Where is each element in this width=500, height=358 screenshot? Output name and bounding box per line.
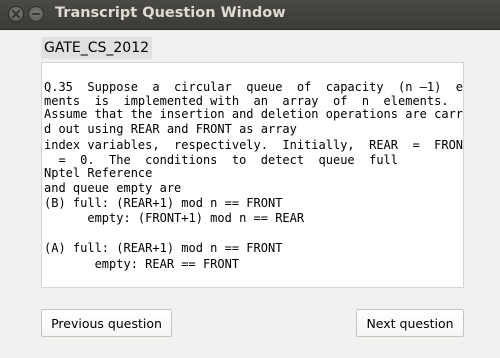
previous-question-button[interactable]: Previous question [41,309,172,337]
transcript-text-area[interactable]: Q.35 Suppose a circular queue of capacit… [41,62,464,288]
transcript-line: (B) full: (REAR+1) mod n == FRONT [44,196,283,210]
transcript-line: Q.35 Suppose a circular queue of capacit… [44,80,464,94]
transcript-line: empty: (FRONT+1) mod n == REAR [44,211,305,225]
transcript-line: (A) full: (REAR+1) mod n == FRONT [44,241,283,255]
close-icon [12,10,20,18]
minimize-icon [32,13,40,15]
next-question-button[interactable]: Next question [356,309,464,337]
transcript-line: Assume that the insertion and deletion o… [44,107,464,121]
transcript-line: empty: REAR == FRONT [44,257,240,271]
minimize-window-button[interactable] [28,6,44,22]
transcript-line: index variables, respectively. Initially… [44,138,464,152]
close-window-button[interactable] [8,6,24,22]
exam-label: GATE_CS_2012 [41,37,153,59]
transcript-line: d out using REAR and FRONT as array [44,122,297,136]
transcript-line: and queue empty are [44,181,182,195]
transcript-line: Nptel Reference [44,166,153,180]
title-bar: Transcript Question Window [0,0,500,30]
window-title: Transcript Question Window [55,5,286,21]
